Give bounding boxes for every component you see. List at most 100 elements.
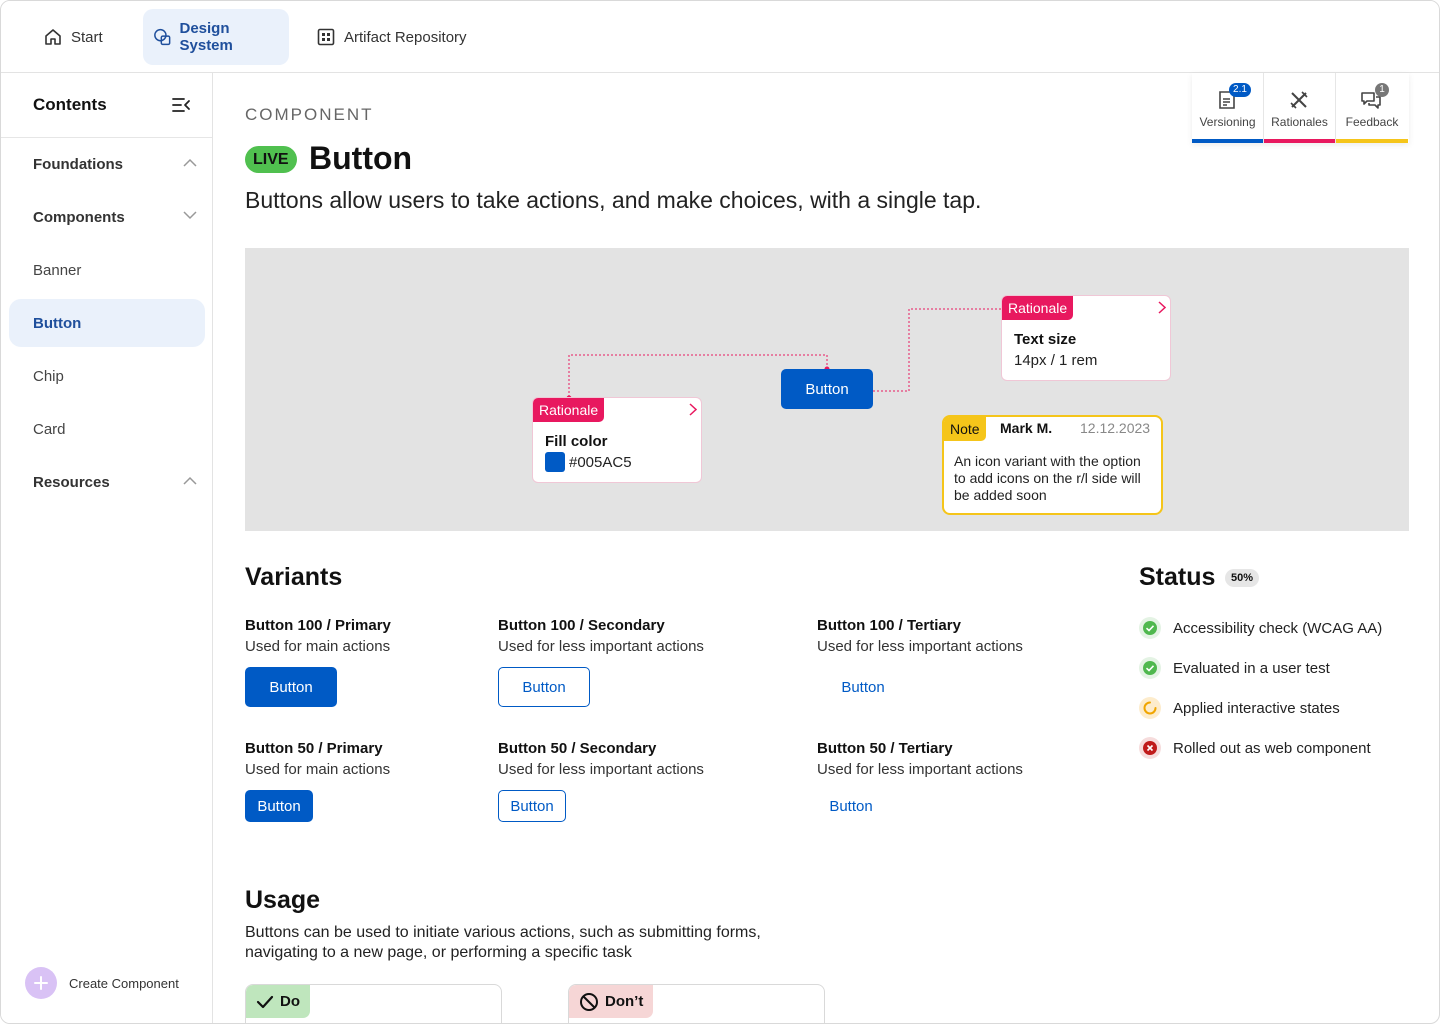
note-card[interactable]: Note Mark M. 12.12.2023 An icon variant … bbox=[942, 415, 1163, 515]
grid-icon bbox=[317, 28, 335, 46]
rationale-title: Fill color bbox=[545, 433, 608, 450]
sidebar-item-label: Banner bbox=[33, 261, 82, 279]
sidebar-item-label: Resources bbox=[33, 473, 110, 491]
sidebar-item-banner[interactable]: Banner bbox=[9, 246, 205, 294]
page-eyebrow: COMPONENT bbox=[245, 105, 374, 124]
tab-rationales[interactable]: Rationales bbox=[1264, 73, 1336, 143]
sidebar: Contents Foundations Components Banner B… bbox=[1, 73, 213, 1023]
prohibited-icon bbox=[580, 992, 598, 1011]
collapse-sidebar-icon[interactable] bbox=[171, 97, 191, 113]
status-item-label: Applied interactive states bbox=[1173, 699, 1340, 717]
app-window: Start Design System Artifact Repository … bbox=[0, 0, 1440, 1024]
do-tag: Do bbox=[246, 985, 310, 1018]
note-date: 12.12.2023 bbox=[1080, 420, 1151, 436]
sidebar-item-button[interactable]: Button bbox=[9, 299, 205, 347]
design-system-icon bbox=[154, 28, 171, 46]
error-circle-icon bbox=[1139, 737, 1161, 759]
variant-button-50-primary[interactable]: Button bbox=[245, 790, 313, 822]
tab-versioning-indicator bbox=[1192, 139, 1263, 143]
sidebar-item-label: Chip bbox=[33, 367, 64, 385]
status-item: Applied interactive states bbox=[1139, 697, 1340, 719]
chevron-up-icon bbox=[183, 158, 197, 167]
usage-heading: Usage bbox=[245, 886, 321, 914]
variant-title: Button 50 / Secondary bbox=[498, 740, 657, 757]
variants-heading: Variants bbox=[245, 563, 343, 591]
tab-feedback-label: Feedback bbox=[1345, 115, 1399, 129]
top-navigation: Start Design System Artifact Repository bbox=[1, 1, 1439, 73]
rationale-tag: Rationale bbox=[533, 398, 605, 422]
rationale-card-text-size[interactable]: Rationale Text size 14px / 1 rem bbox=[1001, 295, 1171, 381]
variant-button-100-secondary[interactable]: Button bbox=[498, 667, 590, 707]
home-icon bbox=[45, 29, 61, 45]
rationale-tag: Rationale bbox=[1002, 296, 1074, 320]
preview-canvas: Button Rationale Fill color #005AC5 Rati… bbox=[245, 248, 1409, 531]
chevron-right-icon bbox=[1158, 301, 1166, 314]
note-tag: Note bbox=[944, 417, 986, 441]
rationale-value: #005AC5 bbox=[569, 454, 632, 471]
dont-card: Don’t bbox=[568, 984, 825, 1023]
variant-description: Used for main actions bbox=[245, 638, 391, 655]
tab-feedback[interactable]: 1 Feedback bbox=[1336, 73, 1408, 143]
version-badge: 2.1 bbox=[1229, 83, 1251, 97]
dont-tag: Don’t bbox=[569, 985, 654, 1018]
rationale-card-fill-color[interactable]: Rationale Fill color #005AC5 bbox=[532, 397, 702, 483]
color-swatch bbox=[545, 452, 565, 472]
nav-start[interactable]: Start bbox=[33, 9, 113, 65]
sidebar-item-chip[interactable]: Chip bbox=[9, 352, 205, 400]
tab-feedback-indicator bbox=[1336, 139, 1408, 143]
variant-button-50-secondary[interactable]: Button bbox=[498, 790, 566, 822]
nav-design-system[interactable]: Design System bbox=[143, 9, 289, 65]
tab-rationales-indicator bbox=[1264, 139, 1335, 143]
variant-button-50-tertiary[interactable]: Button bbox=[817, 790, 885, 822]
sidebar-item-label: Foundations bbox=[33, 155, 123, 173]
plus-icon bbox=[25, 967, 57, 999]
create-component-label: Create Component bbox=[69, 975, 179, 991]
variant-button-100-tertiary[interactable]: Button bbox=[817, 667, 909, 707]
page-subtitle: Buttons allow users to take actions, and… bbox=[245, 187, 982, 213]
check-circle-icon bbox=[1139, 657, 1161, 679]
status-item: Accessibility check (WCAG AA) bbox=[1139, 617, 1382, 639]
checkmark-icon bbox=[256, 995, 274, 1008]
variant-button-100-primary[interactable]: Button bbox=[245, 667, 337, 707]
tab-versioning[interactable]: 2.1 Versioning bbox=[1192, 73, 1264, 143]
variant-title: Button 100 / Tertiary bbox=[817, 617, 961, 634]
status-item-label: Accessibility check (WCAG AA) bbox=[1173, 619, 1383, 637]
nav-artifact-repository-label: Artifact Repository bbox=[344, 28, 467, 46]
note-author: Mark M. bbox=[1000, 420, 1053, 436]
variant-description: Used for less important actions bbox=[817, 761, 1023, 778]
do-label: Do bbox=[280, 993, 300, 1010]
variant-title: Button 50 / Primary bbox=[245, 740, 383, 757]
variant-title: Button 100 / Primary bbox=[245, 617, 391, 634]
page-title: Button bbox=[309, 140, 413, 176]
sidebar-item-components[interactable]: Components bbox=[9, 193, 205, 241]
nav-design-system-label: Design System bbox=[179, 20, 233, 54]
tool-tabs: 2.1 Versioning Rationales 1 Feedback bbox=[1192, 73, 1409, 143]
chevron-right-icon bbox=[689, 403, 697, 416]
sidebar-item-resources[interactable]: Resources bbox=[9, 458, 205, 506]
do-card: Do bbox=[245, 984, 502, 1023]
status-heading: Status bbox=[1139, 563, 1216, 591]
chevron-down-icon bbox=[183, 211, 197, 220]
status-item-label: Rolled out as web component bbox=[1173, 739, 1371, 757]
sidebar-item-label: Card bbox=[33, 420, 66, 438]
status-badge: LIVE bbox=[245, 146, 297, 173]
sidebar-header: Contents bbox=[1, 73, 212, 138]
sidebar-item-card[interactable]: Card bbox=[9, 405, 205, 453]
feedback-count-badge: 1 bbox=[1375, 83, 1389, 97]
chevron-up-icon bbox=[183, 476, 197, 485]
note-text: An icon variant with the option to add i… bbox=[954, 453, 1141, 503]
sidebar-item-label: Components bbox=[33, 208, 125, 226]
sidebar-title: Contents bbox=[33, 95, 107, 114]
sidebar-item-foundations[interactable]: Foundations bbox=[9, 140, 205, 188]
rationale-value: 14px / 1 rem bbox=[1014, 352, 1098, 369]
nav-start-label: Start bbox=[71, 28, 103, 46]
design-tools-icon bbox=[1290, 91, 1308, 109]
nav-artifact-repository[interactable]: Artifact Repository bbox=[306, 9, 477, 65]
status-item: Evaluated in a user test bbox=[1139, 657, 1330, 679]
tab-versioning-label: Versioning bbox=[1199, 115, 1256, 129]
variant-description: Used for less important actions bbox=[817, 638, 1023, 655]
in-progress-icon bbox=[1139, 697, 1161, 719]
create-component-button[interactable]: Create Component bbox=[25, 967, 179, 999]
status-item: Rolled out as web component bbox=[1139, 737, 1371, 759]
demo-button[interactable]: Button bbox=[781, 369, 873, 409]
